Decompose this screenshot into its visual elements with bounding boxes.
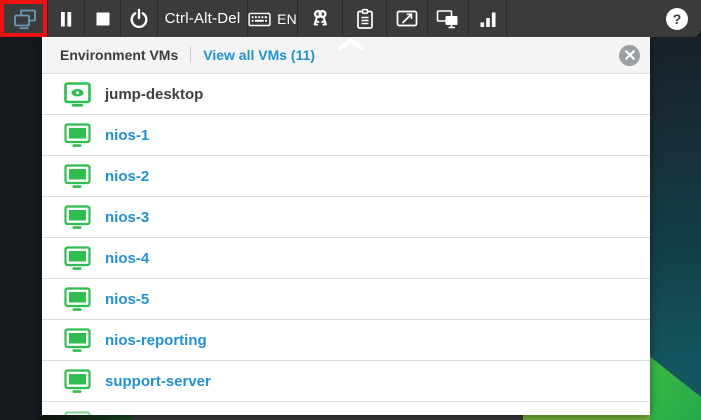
vm-name-link[interactable]: nios-2 bbox=[105, 168, 149, 185]
vm-list: jump-desktop nios-1 nios-2 nios-3 nios-4… bbox=[42, 74, 650, 415]
display-settings-button[interactable] bbox=[428, 0, 469, 37]
power-icon bbox=[130, 8, 148, 28]
ctrl-alt-del-button[interactable]: Ctrl-Alt-Del bbox=[158, 0, 248, 37]
vm-row[interactable]: nios-4 bbox=[42, 238, 650, 279]
stop-button[interactable] bbox=[85, 0, 121, 37]
bar-chart-icon bbox=[480, 12, 495, 27]
fit-to-window-button[interactable] bbox=[387, 0, 428, 37]
vm-name-link[interactable]: nios-4 bbox=[105, 250, 149, 267]
vm-name-link[interactable]: nios-1 bbox=[105, 127, 149, 144]
vm-monitor-icon bbox=[64, 411, 91, 415]
vm-monitor-icon bbox=[64, 245, 91, 270]
header-divider bbox=[190, 47, 192, 63]
monitor-diagonal-arrow-icon bbox=[396, 10, 418, 26]
close-button[interactable] bbox=[619, 44, 640, 66]
keys-icon bbox=[313, 9, 327, 26]
vm-monitor-icon bbox=[64, 122, 91, 147]
panel-title: Environment VMs bbox=[60, 47, 179, 63]
close-icon bbox=[624, 50, 635, 60]
clipboard-icon bbox=[356, 8, 373, 29]
keyboard-lang-label: EN bbox=[277, 10, 297, 27]
vm-monitor-icon bbox=[64, 286, 91, 311]
vm-name-link[interactable]: nios-3 bbox=[105, 209, 149, 226]
multi-monitor-icon bbox=[436, 9, 458, 28]
screen: Ctrl-Alt-Del EN ? Environment VMs View a… bbox=[0, 0, 701, 420]
vm-toolbar: Ctrl-Alt-Del EN ? bbox=[0, 0, 701, 37]
vm-row[interactable]: nios-1 bbox=[42, 115, 650, 156]
clipboard-button[interactable] bbox=[343, 0, 387, 37]
stop-icon bbox=[96, 12, 109, 25]
vm-row[interactable]: support-server bbox=[42, 361, 650, 402]
vm-monitor-icon bbox=[64, 327, 91, 352]
vm-name-link: jump-desktop bbox=[105, 85, 204, 103]
pause-icon bbox=[61, 11, 72, 26]
credentials-button[interactable] bbox=[298, 0, 343, 37]
vm-row[interactable]: nios-2 bbox=[42, 156, 650, 197]
help-icon: ? bbox=[666, 7, 688, 30]
vm-switcher-button[interactable] bbox=[0, 0, 48, 37]
vm-monitor-icon bbox=[64, 163, 91, 188]
ctrl-alt-del-label: Ctrl-Alt-Del bbox=[164, 10, 241, 27]
popover-arrow-icon bbox=[337, 38, 365, 50]
vm-row[interactable]: jump-desktop bbox=[42, 74, 650, 115]
vm-row[interactable] bbox=[42, 402, 650, 415]
vm-row[interactable]: nios-5 bbox=[42, 279, 650, 320]
connection-stats-button[interactable] bbox=[469, 0, 507, 37]
vm-monitor-icon bbox=[64, 368, 91, 393]
keyboard-layout-button[interactable]: EN bbox=[248, 0, 298, 37]
pause-button[interactable] bbox=[48, 0, 85, 37]
help-button[interactable]: ? bbox=[653, 0, 701, 37]
active-vm-monitor-eye-icon bbox=[64, 81, 91, 107]
environment-vms-panel: Environment VMs View all VMs (11) jump-d… bbox=[42, 37, 650, 415]
keyboard-icon bbox=[248, 12, 271, 26]
vm-row[interactable]: nios-3 bbox=[42, 197, 650, 238]
overlapping-monitors-icon bbox=[13, 9, 36, 29]
vm-name-link[interactable]: support-server bbox=[105, 373, 211, 390]
vm-name-link[interactable]: nios-reporting bbox=[105, 332, 207, 349]
vm-row[interactable]: nios-reporting bbox=[42, 320, 650, 361]
power-button[interactable] bbox=[121, 0, 158, 37]
vm-monitor-icon bbox=[64, 204, 91, 229]
vm-name-link[interactable]: nios-5 bbox=[105, 291, 149, 308]
view-all-vms-link[interactable]: View all VMs (11) bbox=[203, 47, 315, 63]
